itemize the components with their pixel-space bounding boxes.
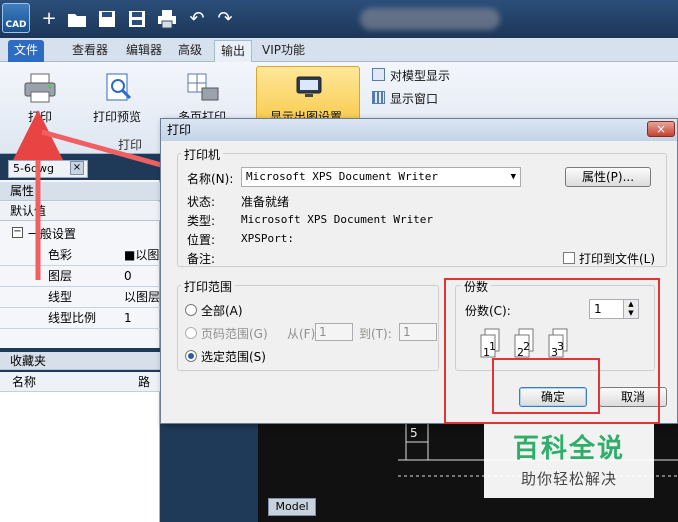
where-value: XPSPort: [241, 232, 294, 245]
chevron-down-icon: ▼ [510, 172, 516, 182]
printer-name-select[interactable]: Microsoft XPS Document Writer ▼ [241, 167, 521, 187]
radio-selection-label: 选定范围(S) [201, 350, 266, 364]
dialog-title: 打印 [161, 119, 677, 141]
to-input[interactable]: 1 [399, 323, 437, 341]
watermark: 百科全说 助你轻松解决 [484, 424, 654, 498]
type-value: Microsoft XPS Document Writer [241, 213, 434, 226]
radio-selection[interactable] [185, 350, 197, 362]
watermark-title: 百科全说 [512, 434, 625, 464]
radio-pages[interactable] [185, 327, 197, 339]
printer-group-label: 打印机 [181, 146, 224, 163]
dialog-close-button[interactable]: × [647, 121, 675, 137]
print-range-label: 打印范围 [181, 278, 236, 295]
where-label: 位置: [187, 233, 216, 247]
printer-name-label: 名称(N): [187, 172, 234, 186]
from-input[interactable]: 1 [315, 323, 353, 341]
printer-name-value: Microsoft XPS Document Writer [246, 170, 439, 183]
radio-all-label: 全部(A) [201, 304, 243, 318]
status-label: 状态: [187, 195, 216, 209]
print-to-file-checkbox[interactable] [563, 252, 575, 264]
comment-label: 备注: [187, 252, 216, 266]
watermark-subtitle: 助你轻松解决 [520, 470, 617, 488]
print-to-file-label: 打印到文件(L) [579, 252, 656, 266]
printer-properties-button[interactable]: 属性(P)... [565, 167, 651, 187]
highlight-ok [492, 358, 600, 414]
to-label: 到(T): [359, 327, 392, 341]
type-label: 类型: [187, 214, 216, 228]
radio-pages-label: 页码范围(G) [201, 327, 268, 341]
radio-all[interactable] [185, 304, 197, 316]
status-value: 准备就绪 [241, 195, 290, 209]
